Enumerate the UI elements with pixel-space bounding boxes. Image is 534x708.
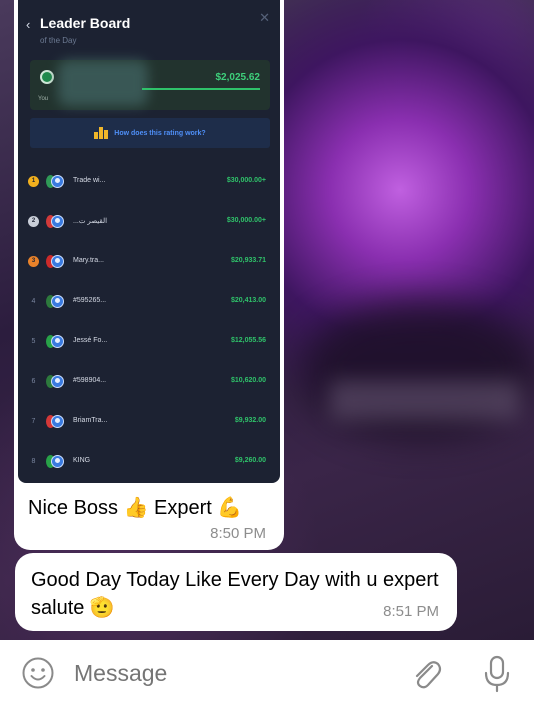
leaderboard-row: 4 #595265... $20,413.00 — [18, 284, 280, 324]
rank-badge: 3 — [28, 256, 39, 267]
avatar — [51, 415, 64, 428]
message-text: Nice Boss 👍 Expert 💪 — [28, 497, 243, 519]
leaderboard-row: 2 ...القيصر ت $30,000.00+ — [18, 204, 280, 244]
trader-name: Mary.tra... — [73, 257, 104, 264]
rank-badge: 6 — [31, 378, 36, 385]
avatar — [51, 255, 64, 268]
close-icon: ✕ — [259, 10, 270, 25]
leaderboard-row: 8 KING $9,260.00 — [18, 444, 280, 483]
leaderboard-row: 3 Mary.tra... $20,933.71 — [18, 244, 280, 284]
message-composer — [0, 640, 534, 708]
back-chevron-icon: ‹ — [26, 17, 31, 32]
leaderboard-row: 7 BriamTra... $9,932.00 — [18, 404, 280, 444]
trader-amount: $10,620.00 — [230, 377, 266, 384]
your-amount: $2,025.62 — [215, 72, 261, 83]
rank-badge: 2 — [28, 216, 39, 227]
smile-icon[interactable] — [21, 656, 55, 690]
trader-amount: $9,932.00 — [234, 417, 266, 424]
trader-amount: $20,933.71 — [230, 257, 266, 264]
rating-link-label: How does this rating work? — [114, 129, 206, 137]
trader-amount: $12,055.56 — [230, 337, 266, 344]
trader-amount: $20,413.00 — [230, 297, 266, 304]
rank-badge: 8 — [31, 458, 36, 465]
leaderboard-row: 5 Jessé Fo... $12,055.56 — [18, 324, 280, 364]
avatar — [51, 375, 64, 388]
rank-badge: 7 — [31, 418, 36, 425]
trader-name: #598904... — [73, 377, 107, 384]
paperclip-icon[interactable] — [410, 656, 442, 692]
leaderboard-list: 1 Trade wi... $30,000.00+ 2 ...القيصر ت $30,0… — [18, 164, 280, 483]
leaderboard-header: ‹ Leader Board of the Day ✕ — [18, 0, 280, 56]
you-label: You — [38, 96, 49, 102]
trader-amount: $9,260.00 — [234, 457, 266, 464]
leaderboard-title: Leader Board — [40, 15, 131, 31]
progress-bar — [142, 88, 260, 90]
your-position-card: $2,025.62 You — [30, 60, 270, 110]
microphone-icon[interactable] — [482, 654, 512, 694]
message-time: 8:50 PM — [210, 525, 266, 542]
avatar — [51, 295, 64, 308]
trader-name: KING — [73, 457, 91, 464]
trader-name: Trade wi... — [73, 177, 106, 184]
leaderboard-screenshot[interactable]: ‹ Leader Board of the Day ✕ $2,025.62 Yo… — [18, 0, 280, 483]
text-message-bubble[interactable]: Good Day Today Like Every Day with u exp… — [15, 553, 457, 631]
message-input[interactable] — [74, 660, 374, 687]
avatar — [51, 455, 64, 468]
rank-badge: 5 — [31, 338, 36, 345]
trader-name: ...القيصر ت — [73, 218, 108, 225]
leaderboard-row: 1 Trade wi... $30,000.00+ — [18, 164, 280, 204]
avatar — [40, 70, 54, 84]
rank-badge: 1 — [28, 176, 39, 187]
trader-name: Jessé Fo... — [73, 337, 108, 344]
message-time: 8:51 PM — [383, 603, 439, 620]
trader-name: BriamTra... — [73, 417, 108, 424]
leaderboard-row: 6 #598904... $10,620.00 — [18, 364, 280, 404]
avatar — [51, 215, 64, 228]
rank-badge: 4 — [31, 298, 36, 305]
blurred-username — [58, 60, 148, 106]
leaderboard-subtitle: of the Day — [40, 36, 77, 45]
trader-amount: $30,000.00+ — [226, 217, 266, 224]
rating-info-link: How does this rating work? — [30, 118, 270, 148]
podium-icon — [94, 127, 109, 139]
avatar — [51, 335, 64, 348]
trader-name: #595265... — [73, 297, 107, 304]
avatar — [51, 175, 64, 188]
trader-amount: $30,000.00+ — [226, 177, 266, 184]
image-message-bubble[interactable]: ‹ Leader Board of the Day ✕ $2,025.62 Yo… — [14, 0, 284, 550]
